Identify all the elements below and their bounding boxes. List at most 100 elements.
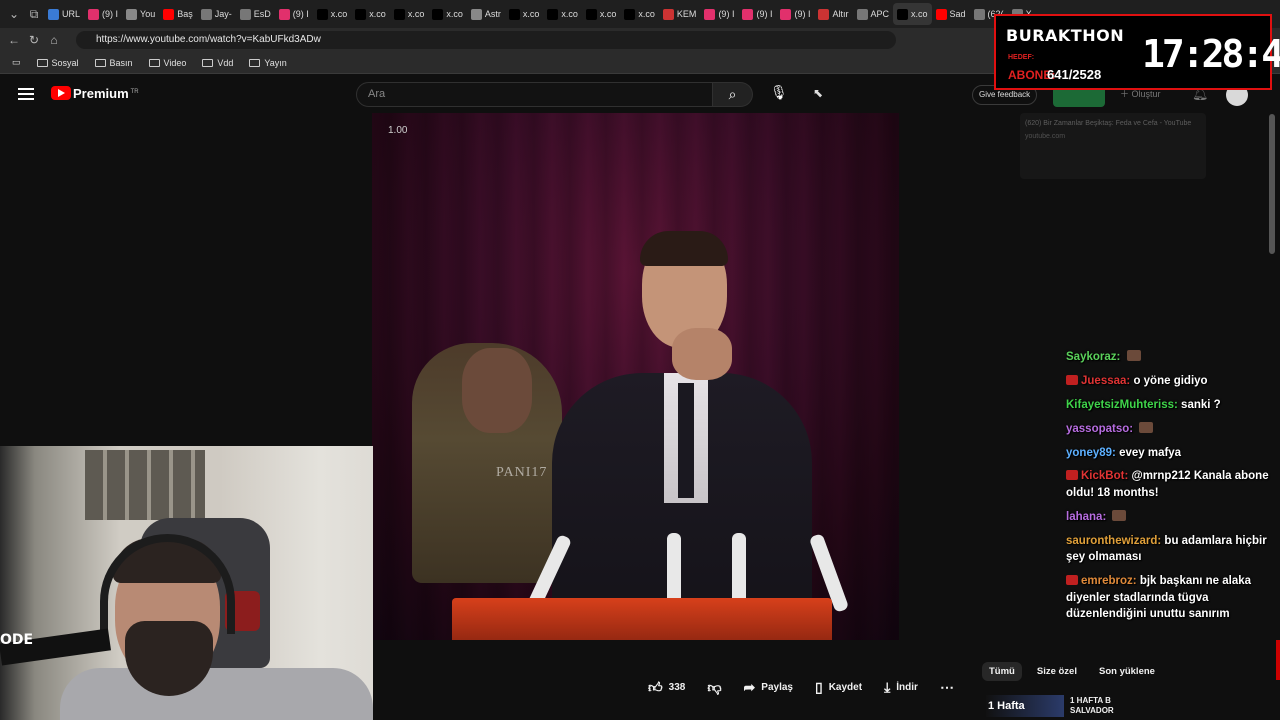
chat-message: sauronthewizard: bu adamlara hiçbir şey … (1066, 533, 1270, 566)
chat-separator: : (1112, 446, 1120, 459)
region-label: TR (130, 88, 139, 95)
tab-favicon-icon (126, 8, 138, 20)
tab-favicon-icon (935, 8, 947, 20)
bookmark-label: Vdd (217, 57, 234, 68)
bookmark-folder-video[interactable]: Video (143, 58, 193, 68)
chat-username: yassopatso (1066, 422, 1130, 435)
thumbs-down-icon: 👎︎ (707, 678, 722, 695)
browser-tab[interactable]: x.co (428, 3, 467, 25)
recommendation-filter-chips: Tümü Size özel Son yüklene (982, 662, 1162, 681)
browser-tab[interactable]: EsD (236, 3, 275, 25)
chat-badge-icon (1066, 374, 1078, 385)
browser-tab[interactable]: x.co (351, 3, 390, 25)
browser-tab[interactable]: x.co (543, 3, 582, 25)
dislike-button[interactable]: 👎︎ (707, 679, 721, 696)
voice-search-icon[interactable]: 🎙︎ (770, 84, 788, 101)
home-icon[interactable]: ⌂ (44, 33, 64, 47)
tab-favicon-icon (973, 8, 985, 20)
workspaces-icon[interactable]: ⧉ (24, 7, 44, 22)
video-player[interactable]: 1.00 PANI17 (372, 113, 899, 640)
chat-overlay: Saykoraz: Juessaa: o yöne gidiyo Kifayets… (1066, 349, 1270, 630)
menu-icon[interactable] (18, 88, 34, 100)
more-actions-button[interactable]: ⋯ (940, 679, 954, 696)
browser-tab[interactable]: (9) I (84, 3, 122, 25)
chip-for-you[interactable]: Size özel (1030, 662, 1084, 681)
browser-tab[interactable]: x.co (313, 3, 352, 25)
back-icon[interactable]: ← (4, 33, 24, 47)
page-scrollbar[interactable] (1269, 114, 1275, 254)
tab-title: APC (870, 9, 890, 19)
tab-title: Astr (484, 9, 501, 19)
share-button[interactable]: ➦ Paylaş (744, 679, 793, 696)
tab-menu-chevron-icon[interactable]: ⌄ (4, 7, 24, 21)
browser-tab[interactable]: APC (853, 3, 894, 25)
browser-tab[interactable]: Altır (814, 3, 852, 25)
chat-separator: : (1116, 351, 1124, 363)
browser-tab[interactable]: URL (44, 3, 84, 25)
collections-icon[interactable]: ▭ (6, 57, 27, 68)
soldier-head (462, 348, 532, 433)
bookmark-folder-vdd[interactable]: Vdd (196, 58, 239, 68)
browser-tab[interactable]: KEM (659, 3, 701, 25)
chat-emote-icon (1126, 350, 1141, 361)
browser-tab[interactable]: x.co (620, 3, 659, 25)
search-input[interactable]: Ara (356, 82, 713, 107)
mouse-cursor-icon: ⬉ (813, 86, 824, 100)
more-horiz-icon: ⋯ (939, 678, 954, 695)
chip-all[interactable]: Tümü (982, 662, 1022, 681)
browser-tab[interactable]: (9) I (776, 3, 814, 25)
tab-title: x.co (638, 9, 655, 19)
recommendation-item[interactable]: 1 Hafta 1 HAFTA B SALVADOR (986, 695, 1114, 717)
browser-tab[interactable]: (9) I (738, 3, 776, 25)
tab-title: x.co (407, 9, 425, 19)
streamer-name: BURAKTHON (1006, 26, 1125, 45)
bookmark-folder-yayin[interactable]: Yayın (243, 58, 292, 68)
tab-favicon-icon (585, 8, 597, 20)
recommendation-thumbnail[interactable]: 1 Hafta (986, 695, 1064, 717)
tab-title: Baş (177, 9, 193, 19)
browser-tab[interactable]: Baş (159, 3, 197, 25)
bookmark-folder-sosyal[interactable]: Sosyal (31, 58, 85, 68)
tab-title: (9) I (718, 9, 735, 19)
brand-label: Premium (73, 86, 129, 101)
tab-title: x.co (369, 9, 386, 19)
tab-title: KEM (676, 9, 697, 19)
preview-title: (620) Bir Zamanlar Beşiktaş: Feda ve Cef… (1025, 120, 1192, 127)
browser-tab[interactable]: Astr (467, 3, 505, 25)
recommendation-title[interactable]: 1 HAFTA B SALVADOR (1070, 696, 1114, 716)
chat-separator: : (1174, 398, 1182, 411)
save-button[interactable]: ▯ Kaydet (815, 679, 862, 696)
youtube-brand[interactable]: Premium TR (73, 86, 139, 101)
url-field[interactable]: https://www.youtube.com/watch?v=KabUFkd3… (76, 31, 896, 49)
folder-icon (148, 58, 160, 67)
tab-favicon-icon (316, 8, 328, 20)
chat-username: KickBot (1081, 470, 1125, 483)
video-watermark: PANI17 (496, 465, 548, 480)
tab-title: (9) I (292, 9, 309, 19)
tab-favicon-icon (704, 8, 716, 20)
browser-tab[interactable]: (9) I (275, 3, 313, 25)
browser-tab[interactable]: x.co (893, 3, 932, 25)
download-button[interactable]: ⤓ İndir (884, 679, 918, 696)
like-button[interactable]: 👍︎ 338 (648, 679, 685, 696)
tab-favicon-icon (897, 8, 909, 20)
bookmark-folder-basin[interactable]: Basın (89, 58, 139, 68)
tab-title: x.co (599, 9, 617, 19)
browser-tab[interactable]: x.co (582, 3, 621, 25)
browser-tab[interactable]: x.co (390, 3, 429, 25)
browser-tab[interactable]: x.co (505, 3, 544, 25)
browser-tab[interactable]: Sad (932, 3, 970, 25)
tab-favicon-icon (818, 8, 830, 20)
reload-icon[interactable]: ↻ (24, 33, 44, 47)
tab-favicon-icon (432, 8, 444, 20)
browser-tab[interactable]: You (122, 3, 159, 25)
chat-text: evey mafya (1119, 446, 1182, 459)
browser-tab[interactable]: Jay- (197, 3, 236, 25)
search-button[interactable]: ⌕ (713, 82, 753, 107)
tab-title: x.co (561, 9, 578, 19)
edge-red-marker (1276, 640, 1280, 680)
youtube-logo-icon[interactable] (51, 86, 71, 100)
chat-emote-icon (1139, 421, 1154, 433)
chip-recent[interactable]: Son yüklene (1092, 662, 1162, 681)
browser-tab[interactable]: (9) I (700, 3, 738, 25)
